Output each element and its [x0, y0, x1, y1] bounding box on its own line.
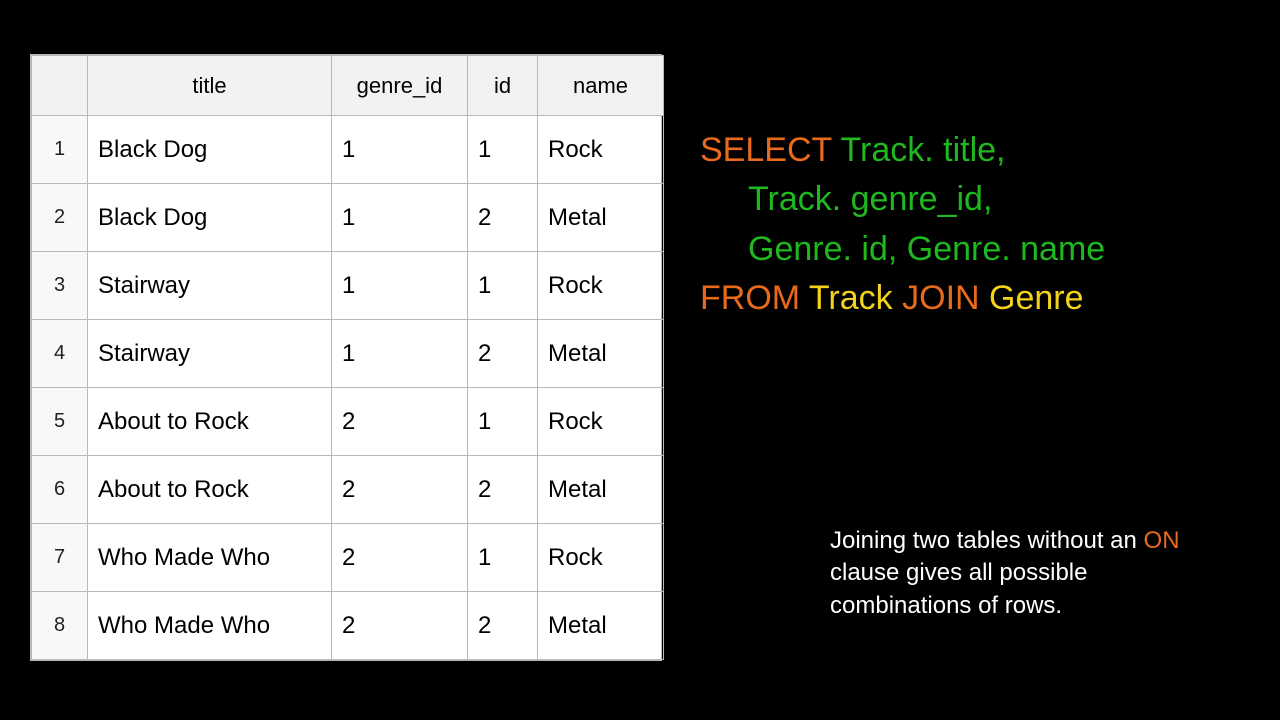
cell-genre-id: 2 [332, 524, 468, 592]
table-body: 1 Black Dog 1 1 Rock 2 Black Dog 1 2 Met… [32, 116, 664, 660]
row-number: 8 [32, 592, 88, 660]
table-row: 1 Black Dog 1 1 Rock [32, 116, 664, 184]
col-header-id: id [468, 56, 538, 116]
cell-id: 1 [468, 524, 538, 592]
cell-genre-id: 1 [332, 252, 468, 320]
note-text-1: Joining two tables without an [830, 527, 1144, 554]
sql-column-3: Genre. id, Genre. name [700, 225, 1105, 274]
cell-id: 2 [468, 592, 538, 660]
cell-title: Stairway [88, 320, 332, 388]
cell-name: Metal [538, 592, 664, 660]
note-on-keyword: ON [1144, 527, 1180, 554]
table-row: 3 Stairway 1 1 Rock [32, 252, 664, 320]
data-table: title genre_id id name 1 Black Dog 1 1 R… [31, 55, 664, 660]
row-number: 5 [32, 388, 88, 456]
cell-id: 2 [468, 456, 538, 524]
cell-name: Metal [538, 320, 664, 388]
slide: title genre_id id name 1 Black Dog 1 1 R… [0, 0, 1280, 720]
cell-genre-id: 2 [332, 388, 468, 456]
table-row: 8 Who Made Who 2 2 Metal [32, 592, 664, 660]
table-row: 5 About to Rock 2 1 Rock [32, 388, 664, 456]
table-corner [32, 56, 88, 116]
cell-genre-id: 1 [332, 320, 468, 388]
table-row: 7 Who Made Who 2 1 Rock [32, 524, 664, 592]
cell-genre-id: 2 [332, 592, 468, 660]
explanation-note: Joining two tables without an ON clause … [830, 525, 1230, 622]
cell-title: Black Dog [88, 184, 332, 252]
sql-keyword-join: JOIN [902, 279, 979, 317]
cell-name: Rock [538, 252, 664, 320]
cell-title: Who Made Who [88, 524, 332, 592]
sql-line-2: Track. genre_id, [700, 175, 1105, 224]
cell-genre-id: 2 [332, 456, 468, 524]
cell-id: 2 [468, 320, 538, 388]
cell-id: 1 [468, 388, 538, 456]
sql-line-4: FROM Track JOIN Genre [700, 274, 1105, 323]
table-row: 6 About to Rock 2 2 Metal [32, 456, 664, 524]
sql-table-1: Track [800, 279, 902, 317]
col-header-title: title [88, 56, 332, 116]
col-header-name: name [538, 56, 664, 116]
cell-name: Rock [538, 116, 664, 184]
cell-name: Rock [538, 524, 664, 592]
sql-table-2: Genre [980, 279, 1084, 317]
table-row: 4 Stairway 1 2 Metal [32, 320, 664, 388]
row-number: 6 [32, 456, 88, 524]
cell-genre-id: 1 [332, 184, 468, 252]
cell-title: Who Made Who [88, 592, 332, 660]
row-number: 3 [32, 252, 88, 320]
row-number: 7 [32, 524, 88, 592]
row-number: 2 [32, 184, 88, 252]
cell-name: Metal [538, 184, 664, 252]
cell-genre-id: 1 [332, 116, 468, 184]
sql-keyword-from: FROM [700, 279, 800, 317]
sql-column-1: Track. title, [832, 131, 1006, 169]
col-header-genre-id: genre_id [332, 56, 468, 116]
cell-title: Black Dog [88, 116, 332, 184]
cell-name: Metal [538, 456, 664, 524]
cell-title: About to Rock [88, 388, 332, 456]
cell-title: About to Rock [88, 456, 332, 524]
sql-query: SELECT Track. title, Track. genre_id, Ge… [700, 126, 1105, 323]
sql-column-2: Track. genre_id, [700, 175, 992, 224]
cell-title: Stairway [88, 252, 332, 320]
cell-id: 1 [468, 252, 538, 320]
table-header-row: title genre_id id name [32, 56, 664, 116]
row-number: 4 [32, 320, 88, 388]
cell-name: Rock [538, 388, 664, 456]
result-table: title genre_id id name 1 Black Dog 1 1 R… [30, 54, 662, 661]
sql-line-1: SELECT Track. title, [700, 126, 1105, 175]
table-row: 2 Black Dog 1 2 Metal [32, 184, 664, 252]
row-number: 1 [32, 116, 88, 184]
sql-keyword-select: SELECT [700, 131, 832, 169]
cell-id: 1 [468, 116, 538, 184]
cell-id: 2 [468, 184, 538, 252]
sql-line-3: Genre. id, Genre. name [700, 225, 1105, 274]
note-text-2: clause gives all possible combinations o… [830, 559, 1087, 618]
